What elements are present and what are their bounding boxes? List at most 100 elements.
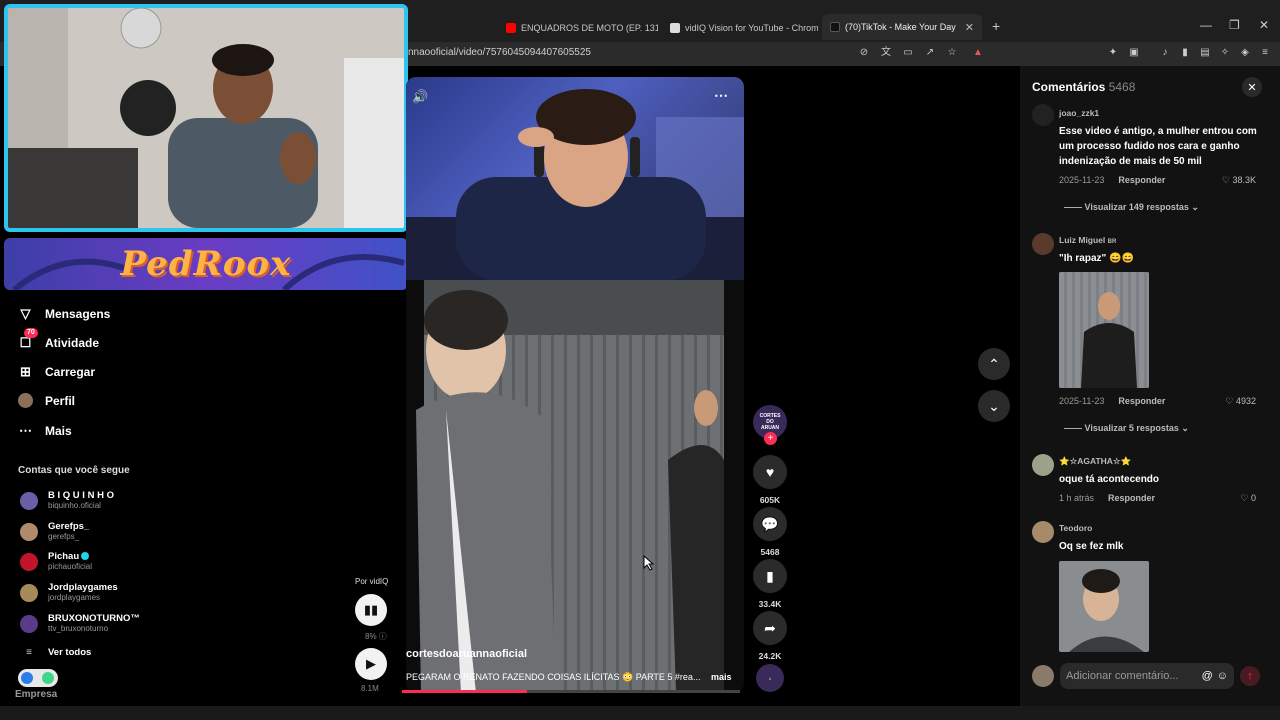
save-button[interactable]: ▮ 33.4K bbox=[753, 559, 787, 609]
tiktok-icon bbox=[830, 22, 840, 32]
comment-icon: 💬 bbox=[753, 507, 787, 541]
avatar bbox=[20, 583, 38, 602]
tab-vidiq[interactable]: vidIQ Vision for YouTube - Chrome W bbox=[662, 16, 818, 40]
creator-avatar-button[interactable]: CORTES DO ARUAN + bbox=[753, 405, 787, 445]
footer-company-link[interactable]: Empresa bbox=[15, 689, 57, 700]
share-button[interactable]: ➦ 24.2K bbox=[753, 611, 787, 661]
comment-input[interactable]: Adicionar comentário... @ ☺ bbox=[1060, 663, 1234, 689]
sound-disc-button[interactable]: ♫ bbox=[753, 664, 787, 692]
comment-image[interactable] bbox=[1059, 272, 1149, 388]
vpn-icon[interactable]: ◈ bbox=[1238, 46, 1252, 60]
upload-icon: ⊞ bbox=[20, 363, 31, 379]
activity-icon: ☐ 70 bbox=[18, 328, 38, 350]
music-icon[interactable]: ♪ bbox=[1158, 46, 1172, 60]
video-main-footage bbox=[406, 280, 744, 693]
avatar[interactable] bbox=[1032, 521, 1054, 543]
minimize-button[interactable]: — bbox=[1200, 18, 1212, 32]
reply-button[interactable]: Responder bbox=[1118, 396, 1165, 406]
star-icon[interactable]: ☆ bbox=[945, 46, 959, 60]
video-author[interactable]: cortesdoaruannaoficial bbox=[406, 648, 527, 660]
avatar bbox=[20, 491, 38, 510]
reply-button[interactable]: Responder bbox=[1118, 175, 1165, 185]
sidebar-toggle-icon[interactable]: ▮ bbox=[1178, 46, 1192, 60]
streamer-banner: PedRoox bbox=[4, 238, 408, 290]
account-handle: biquinho.oficial bbox=[48, 501, 101, 510]
mention-icon[interactable]: @ bbox=[1202, 670, 1213, 682]
nav-activity[interactable]: ☐ 70 Atividade bbox=[18, 328, 99, 350]
see-all-link[interactable]: ≡ Ver todos bbox=[20, 647, 91, 658]
verified-icon bbox=[81, 552, 90, 561]
current-user-avatar bbox=[1032, 665, 1054, 687]
view-replies-button[interactable]: —— Visualizar 5 respostas ⌄ bbox=[1064, 423, 1189, 434]
footage-figures bbox=[416, 280, 724, 693]
comment-like-button[interactable]: ♡ 4932 bbox=[1210, 396, 1256, 407]
extensions-icon[interactable]: ✦ bbox=[1106, 46, 1120, 60]
nav-label: Mais bbox=[45, 423, 72, 438]
brave-shield-icon[interactable]: ▲ bbox=[971, 46, 985, 60]
like-button[interactable]: ♥ 605K bbox=[753, 455, 787, 505]
reply-button[interactable]: Responder bbox=[1108, 493, 1155, 503]
caption-more-button[interactable]: mais bbox=[711, 672, 732, 682]
menu-icon[interactable]: ≡ bbox=[1258, 46, 1272, 60]
avatar[interactable] bbox=[1032, 104, 1054, 126]
comment-image[interactable] bbox=[1059, 561, 1149, 652]
cast-icon[interactable]: ▭ bbox=[901, 46, 915, 60]
comment-user[interactable]: joao_zzk1 bbox=[1059, 108, 1099, 118]
comment-like-button[interactable]: ♡ 0 bbox=[1210, 493, 1256, 504]
nav-messages[interactable]: ▽ Mensagens bbox=[18, 306, 111, 321]
vidiq-play-button[interactable]: ▶ bbox=[355, 648, 387, 680]
video-progress-bar[interactable] bbox=[402, 690, 740, 693]
comment-user[interactable]: Teodoro bbox=[1059, 523, 1092, 533]
sound-disc-icon: ♫ bbox=[756, 664, 784, 692]
next-video-button[interactable]: ⌄ bbox=[978, 390, 1010, 422]
like-count: 605K bbox=[759, 495, 781, 505]
comment-like-button[interactable]: ♡ 38.3K bbox=[1210, 175, 1256, 186]
video-player[interactable]: 🔊 ⋯ bbox=[406, 77, 744, 693]
close-comments-button[interactable]: ✕ bbox=[1242, 77, 1262, 97]
webcam-feed bbox=[8, 8, 404, 228]
comment-button[interactable]: 💬 5468 bbox=[753, 507, 787, 557]
wallet-icon[interactable]: ▤ bbox=[1198, 46, 1212, 60]
url-field[interactable]: nnaooficial/video/7576045094407605525 bbox=[408, 47, 591, 58]
followed-account[interactable]: Gerefps_ gerefps_ bbox=[20, 521, 89, 542]
avatar[interactable] bbox=[1032, 233, 1054, 255]
comment-meta: 2025-11-23 Responder bbox=[1059, 175, 1166, 185]
view-replies-button[interactable]: —— Visualizar 149 respostas ⌄ bbox=[1064, 202, 1199, 213]
followed-account[interactable]: B I Q U I N H O biquinho.oficial bbox=[20, 490, 114, 511]
avatar[interactable] bbox=[1032, 454, 1054, 476]
comment-user[interactable]: ⭐☆AGATHA☆⭐ bbox=[1059, 456, 1131, 467]
video-options-icon[interactable]: ⋯ bbox=[714, 87, 728, 104]
followed-account[interactable]: Pichau pichauoficial bbox=[20, 551, 92, 572]
nav-more[interactable]: ⋯ Mais bbox=[18, 423, 72, 438]
video-caption: PEGARAM O RENATO FAZENDO COISAS ILÍCITAS… bbox=[406, 672, 701, 682]
followed-account[interactable]: Jordplaygames jordplaygames bbox=[20, 582, 118, 603]
ai-icon[interactable]: ✧ bbox=[1218, 46, 1232, 60]
close-tab-icon[interactable]: ✕ bbox=[965, 21, 974, 34]
comment-user[interactable]: Luiz Miguel BR bbox=[1059, 235, 1116, 245]
eye-off-icon[interactable]: ⊘ bbox=[857, 46, 871, 60]
heart-icon: ♥ bbox=[753, 455, 787, 489]
new-tab-button[interactable]: + bbox=[992, 18, 1000, 34]
volume-icon[interactable]: 🔊 bbox=[412, 89, 428, 105]
tab-youtube[interactable]: ENQUADROS DE MOTO (EP. 131) - Yo bbox=[498, 16, 658, 40]
share-icon[interactable]: ↗ bbox=[923, 46, 937, 60]
translate-icon[interactable]: 文 bbox=[879, 46, 893, 60]
maximize-button[interactable]: ❐ bbox=[1229, 18, 1240, 32]
send-comment-button[interactable]: ↑ bbox=[1240, 666, 1260, 686]
comments-count: 5468 bbox=[1108, 80, 1136, 94]
vidiq-stats-button[interactable]: ▮▮ bbox=[355, 594, 387, 626]
tab-tiktok[interactable]: (70)TikTok - Make Your Day ✕ bbox=[822, 14, 982, 40]
tab-label: (70)TikTok - Make Your Day bbox=[845, 22, 956, 32]
list-icon: ≡ bbox=[26, 647, 32, 658]
account-handle: ttv_bruxonoturno bbox=[48, 624, 109, 633]
comment-meta: 2025-11-23 Responder bbox=[1059, 396, 1166, 406]
nav-profile[interactable]: Perfil bbox=[18, 393, 75, 408]
get-app-toggle[interactable] bbox=[18, 669, 58, 687]
follow-plus-icon[interactable]: + bbox=[764, 432, 777, 445]
screenshot-icon[interactable]: ▣ bbox=[1127, 46, 1141, 60]
close-window-button[interactable]: ✕ bbox=[1259, 18, 1269, 32]
followed-account[interactable]: BRUXONOTURNO™ ttv_bruxonoturno bbox=[20, 613, 140, 634]
previous-video-button[interactable]: ⌃ bbox=[978, 348, 1010, 380]
emoji-icon[interactable]: ☺ bbox=[1217, 670, 1228, 682]
nav-upload[interactable]: ⊞ Carregar bbox=[18, 364, 95, 379]
